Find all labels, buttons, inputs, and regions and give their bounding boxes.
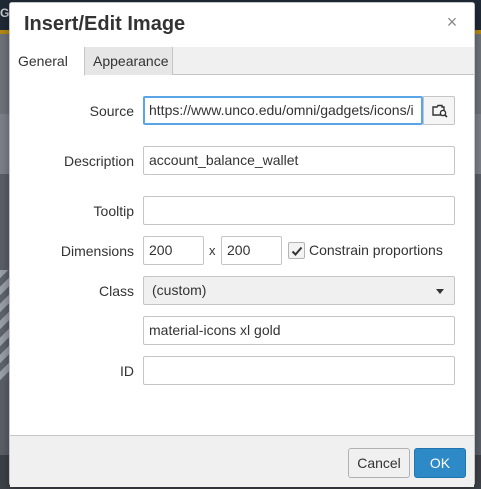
dialog-tabbar: General Appearance: [10, 47, 474, 76]
class-select-value: (custom): [152, 282, 207, 298]
insert-edit-image-dialog: Insert/Edit Image × General Appearance S…: [9, 2, 475, 487]
ok-button[interactable]: OK: [414, 448, 466, 478]
description-label: Description: [63, 153, 134, 169]
custom-class-input[interactable]: material-icons xl gold: [143, 316, 455, 345]
width-input[interactable]: 200: [143, 236, 204, 265]
dimensions-separator: x: [209, 243, 216, 258]
browse-button[interactable]: [423, 96, 455, 125]
browse-folder-icon: [432, 104, 448, 118]
cancel-button[interactable]: Cancel: [348, 448, 410, 478]
dimensions-label: Dimensions: [60, 243, 134, 259]
tab-general[interactable]: General: [10, 47, 85, 76]
checkmark-icon: [291, 246, 303, 256]
constrain-proportions-checkbox[interactable]: [288, 242, 305, 259]
dialog-header: Insert/Edit Image ×: [10, 3, 474, 45]
class-label: Class: [98, 283, 134, 299]
source-input[interactable]: https://www.unco.edu/omni/gadgets/icons/…: [143, 96, 423, 125]
tab-appearance[interactable]: Appearance: [85, 47, 173, 75]
constrain-proportions-label[interactable]: Constrain proportions: [309, 242, 443, 258]
dialog-footer: Cancel OK: [10, 435, 474, 487]
chevron-down-icon: [436, 289, 444, 294]
dialog-body: Source https://www.unco.edu/omni/gadgets…: [10, 75, 474, 435]
tooltip-input[interactable]: [143, 196, 455, 225]
id-label: ID: [120, 363, 134, 379]
id-input[interactable]: [143, 356, 455, 385]
source-label: Source: [89, 103, 134, 119]
description-input[interactable]: account_balance_wallet: [143, 146, 455, 175]
class-select[interactable]: (custom): [143, 276, 455, 305]
dialog-title: Insert/Edit Image: [24, 13, 186, 35]
close-icon[interactable]: ×: [444, 13, 460, 31]
height-input[interactable]: 200: [221, 236, 282, 265]
tooltip-label: Tooltip: [93, 203, 134, 219]
